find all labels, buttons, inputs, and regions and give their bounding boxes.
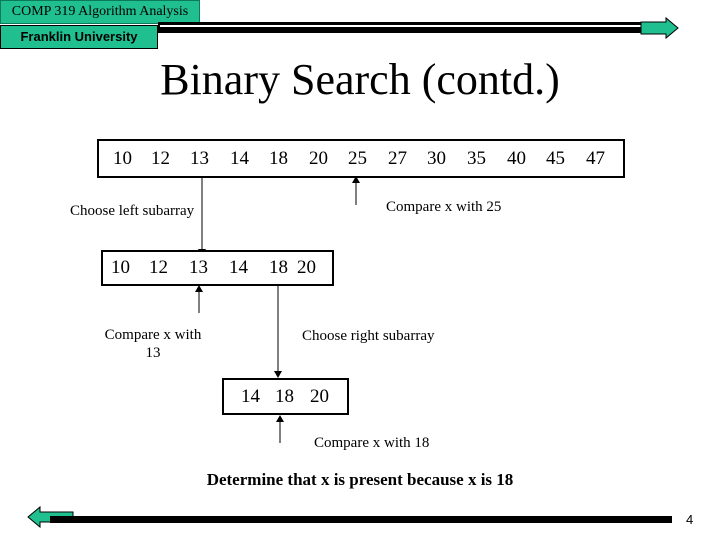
page-number: 4 — [686, 512, 694, 527]
right-subarray-box: 14 18 20 — [222, 378, 349, 415]
array-cell: 12 — [149, 257, 168, 278]
choose-right-label: Choose right subarray — [302, 328, 435, 344]
choose-left-label: Choose left subarray — [70, 203, 195, 219]
array-cell: 14 — [241, 385, 260, 407]
conclusion-text: Determine that x is present because x is… — [206, 470, 514, 489]
array-cell: 47 — [586, 147, 605, 169]
array-cell: 10 — [113, 147, 132, 169]
compare-25-label: Compare x with 25 — [386, 199, 502, 215]
array-cell: 20 — [310, 385, 329, 407]
array-cell: 18 — [269, 147, 288, 169]
arrow-right-icon[interactable] — [640, 16, 679, 40]
compare-13-line2: 13 — [145, 345, 161, 361]
array-cell: 20 — [309, 147, 328, 169]
array-cell: 25 — [348, 147, 367, 169]
array-cell: 35 — [467, 147, 486, 169]
array-cell: 18 — [269, 257, 288, 278]
array-cell: 13 — [189, 257, 208, 278]
compare-13-label: Compare x with 13 — [98, 326, 208, 362]
pointer-head-18 — [276, 415, 284, 422]
array-cell: 12 — [151, 147, 170, 169]
array-cell: 27 — [388, 147, 407, 169]
array-cell: 18 — [275, 385, 294, 407]
compare-18-label: Compare x with 18 — [314, 435, 430, 451]
compare-13-line1: Compare x with — [104, 327, 202, 343]
choose-right-head — [274, 371, 282, 378]
left-subarray-box: 10 12 13 14 18 20 — [101, 250, 334, 286]
array-cell: 20 — [297, 257, 316, 278]
array-cell: 45 — [546, 147, 565, 169]
array-cell: 14 — [229, 257, 248, 278]
full-array-box: 10 12 13 14 18 20 25 27 30 35 40 45 47 — [97, 139, 625, 178]
array-cell: 10 — [111, 257, 130, 278]
array-cell: 13 — [190, 147, 209, 169]
pointer-head-13 — [195, 285, 203, 292]
array-cell: 14 — [230, 147, 249, 169]
array-cell: 30 — [427, 147, 446, 169]
footer-rule — [50, 516, 672, 523]
array-cell: 40 — [507, 147, 526, 169]
slide-title: Binary Search (contd.) — [160, 55, 560, 104]
